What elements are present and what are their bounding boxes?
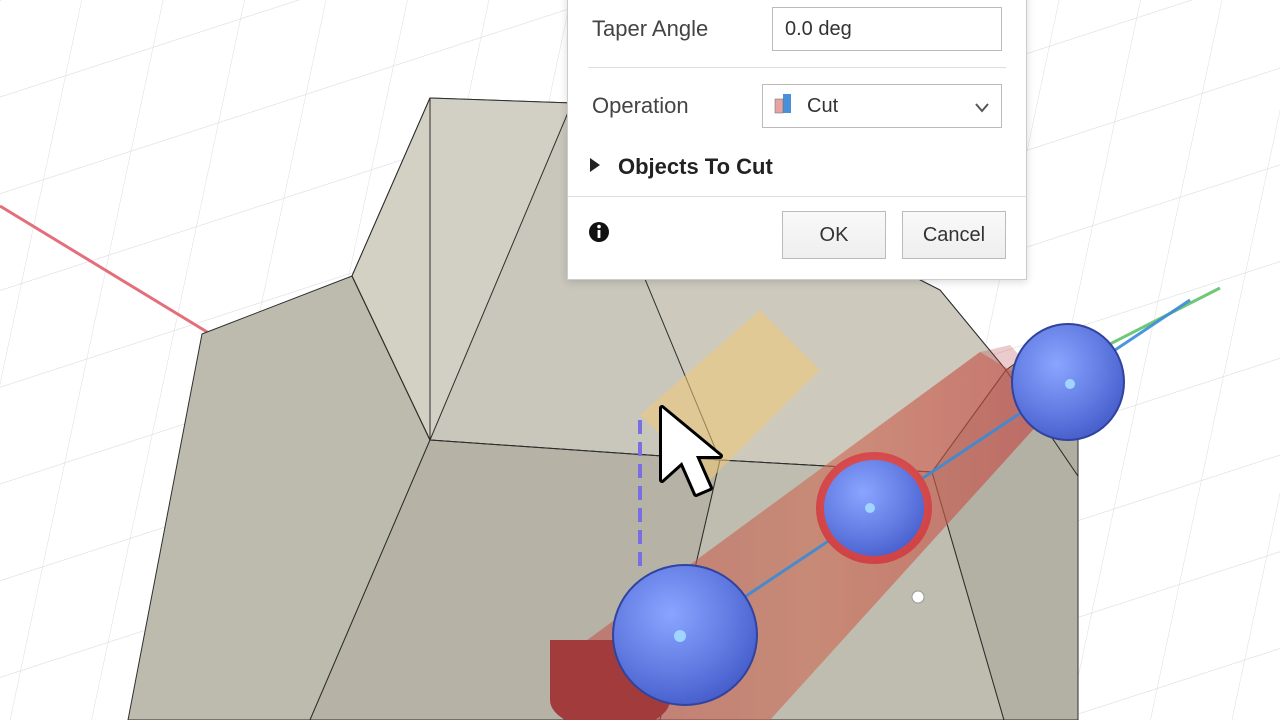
taper-angle-input[interactable] xyxy=(772,7,1002,51)
operation-row: Operation Cut xyxy=(568,68,1026,140)
objects-to-cut-row[interactable]: Objects To Cut xyxy=(568,140,1026,196)
operation-label: Operation xyxy=(592,93,762,119)
manipulator-handle-selected[interactable] xyxy=(820,456,928,560)
operation-value: Cut xyxy=(807,95,1001,118)
objects-to-cut-label: Objects To Cut xyxy=(618,154,773,180)
manipulator-handle[interactable] xyxy=(1012,324,1124,440)
dialog-footer: OK Cancel xyxy=(568,196,1026,279)
cancel-button[interactable]: Cancel xyxy=(902,211,1006,259)
node-handle[interactable] xyxy=(912,591,924,603)
info-icon[interactable] xyxy=(588,221,766,249)
operation-select[interactable]: Cut xyxy=(762,84,1002,128)
chevron-down-icon xyxy=(975,93,989,119)
expand-icon xyxy=(588,154,602,180)
cut-icon xyxy=(773,91,797,121)
taper-angle-row: Taper Angle xyxy=(568,0,1026,63)
taper-angle-label: Taper Angle xyxy=(592,16,772,42)
manipulator-handle[interactable] xyxy=(613,565,757,705)
ok-button[interactable]: OK xyxy=(782,211,886,259)
extrude-dialog: Taper Angle Operation Cut xyxy=(567,0,1027,280)
